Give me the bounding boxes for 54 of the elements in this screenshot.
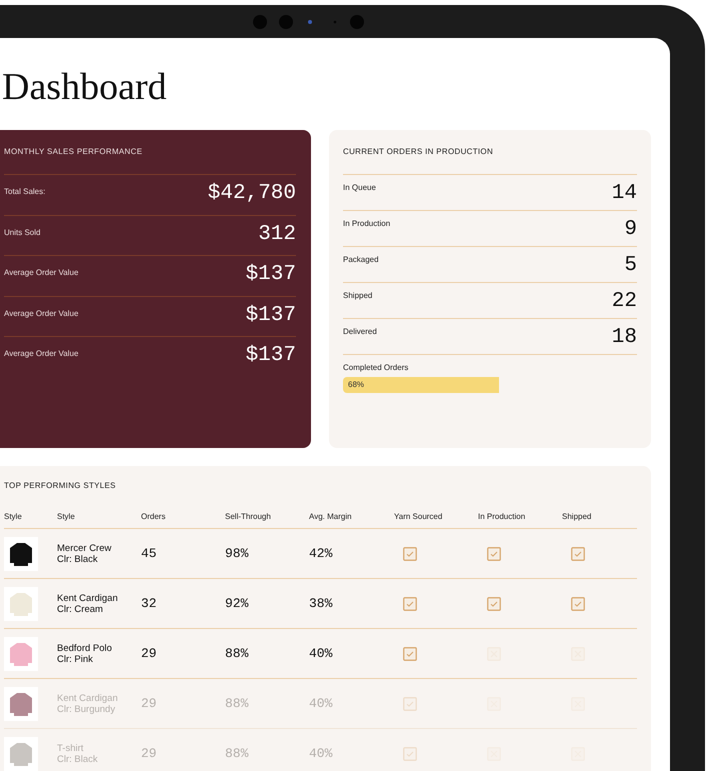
- status-label: Delivered: [343, 326, 377, 338]
- card-heading: TOP PERFORMING STYLES: [4, 480, 117, 492]
- status-count: 22: [612, 289, 637, 315]
- card-heading: CURRENT ORDERS IN PRODUCTION: [343, 146, 494, 158]
- column-header: Shipped: [562, 511, 592, 523]
- status-count: 14: [612, 181, 637, 207]
- status-label: In Queue: [343, 182, 376, 194]
- orders-cell-text: 29: [141, 744, 158, 763]
- sell-through-cell-text: 88%: [225, 694, 250, 713]
- column-header: Style: [4, 511, 22, 523]
- metric-label: Average Order Value: [4, 308, 78, 320]
- metric-label: Units Sold: [4, 226, 40, 238]
- margin-cell-text: 40%: [309, 744, 334, 763]
- sell-through-cell-text: 88%: [225, 744, 250, 763]
- sell-through-cell-text: 88%: [225, 644, 250, 663]
- card-heading: MONTHLY SALES PERFORMANCE: [4, 146, 144, 158]
- metric-value: $137: [246, 345, 296, 369]
- margin-cell-text: 40%: [309, 644, 334, 663]
- progress-label: Completed Orders: [343, 362, 410, 374]
- metric-label: Total Sales:: [4, 186, 46, 198]
- style-name: Mercer Crew Clr: Black: [57, 542, 112, 564]
- orders-cell-text: 45: [141, 544, 158, 563]
- progress-reading: 68%: [348, 379, 364, 391]
- status-label: In Production: [343, 218, 390, 230]
- margin-cell-text: 38%: [309, 594, 334, 613]
- status-count: 9: [624, 217, 637, 243]
- column-header: Style: [57, 511, 75, 523]
- style-name: Bedford Polo Clr: Pink: [57, 642, 113, 664]
- metric-value: $137: [246, 264, 296, 288]
- status-label: Packaged: [343, 254, 379, 266]
- column-header: Yarn Sourced: [394, 511, 442, 523]
- status-count: 5: [624, 253, 637, 279]
- column-header: Orders: [141, 511, 166, 523]
- style-name: Kent Cardigan Clr: Cream: [57, 592, 119, 614]
- orders-cell-text: 29: [141, 694, 158, 713]
- metric-value: 312: [258, 224, 296, 248]
- style-name: T-shirt Clr: Black: [57, 742, 99, 764]
- column-header: In Production: [478, 511, 526, 523]
- sell-through-cell-text: 92%: [225, 594, 250, 613]
- metric-value: $137: [246, 304, 296, 328]
- margin-cell-text: 40%: [309, 694, 334, 713]
- status-count: 18: [612, 325, 637, 351]
- metric-value: $42,780: [208, 183, 296, 207]
- column-header: Sell-Through: [225, 511, 271, 523]
- orders-cell-text: 32: [141, 594, 158, 613]
- margin-cell-text: 42%: [309, 544, 334, 563]
- orders-cell-text: 29: [141, 644, 158, 663]
- sell-through-cell-text: 98%: [225, 544, 250, 563]
- metric-label: Average Order Value: [4, 267, 78, 279]
- page-title: Dashboard: [2, 68, 168, 106]
- status-label: Shipped: [343, 290, 372, 302]
- metric-label: Average Order Value: [4, 348, 78, 360]
- column-header: Avg. Margin: [309, 511, 352, 523]
- style-name: Kent Cardigan Clr: Burgundy: [57, 692, 119, 714]
